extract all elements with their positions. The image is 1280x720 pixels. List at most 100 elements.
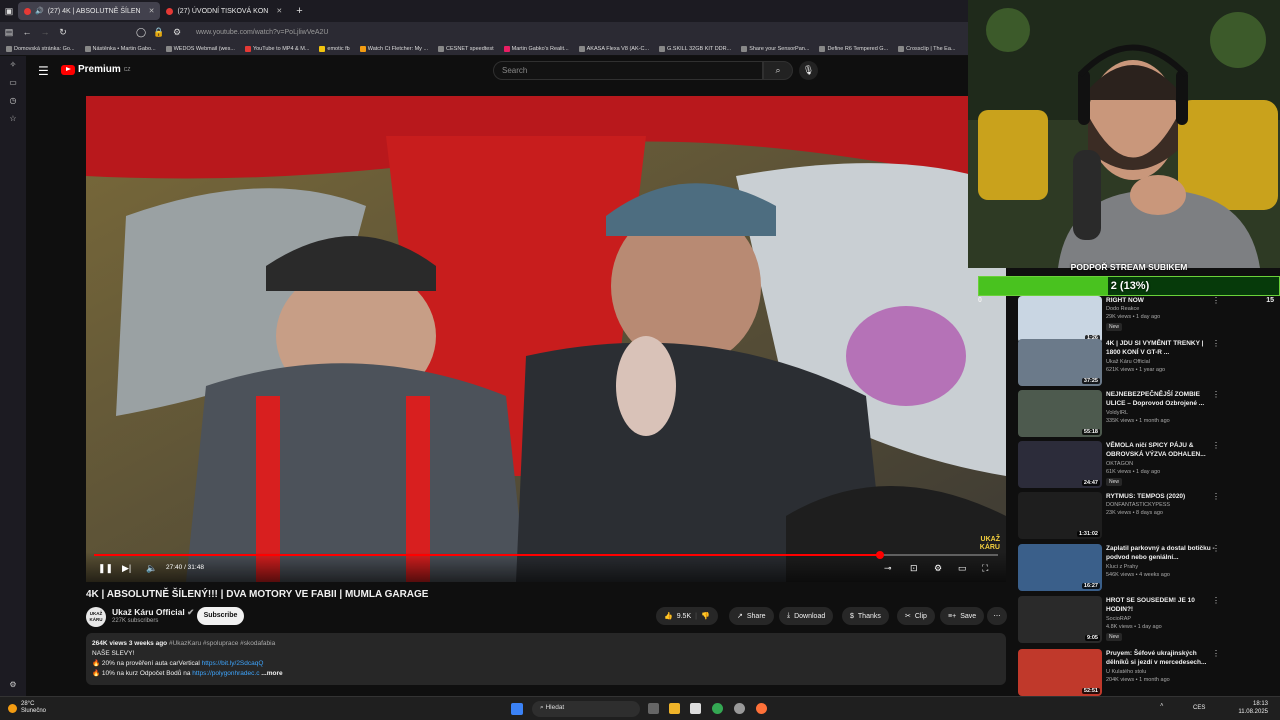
recommendation-title[interactable]: RYTMUS: TEMPOS (2020): [1106, 492, 1218, 501]
new-tab-button[interactable]: +: [288, 5, 310, 17]
bookmark[interactable]: emotic fb: [319, 45, 350, 52]
chrome-icon[interactable]: [712, 703, 723, 714]
recommendation-title[interactable]: Pruyem: Šéfové ukrajinských dělníků si j…: [1106, 649, 1218, 667]
recommendation-channel[interactable]: U Kulatého stolu: [1106, 669, 1146, 675]
next-icon[interactable]: ▶|: [122, 563, 131, 574]
pause-icon[interactable]: ❚❚: [98, 563, 113, 574]
ai-chat-icon[interactable]: ✧: [0, 56, 26, 74]
recommendation-channel[interactable]: VoldyIRL: [1106, 410, 1128, 416]
description-box[interactable]: 264K views 3 weeks ago #UkazKaru #spolup…: [86, 633, 1006, 685]
reload-icon[interactable]: ↻: [54, 27, 72, 38]
voice-search-button[interactable]: 🎙: [799, 61, 818, 80]
recommendation-thumbnail[interactable]: 24:47: [1018, 441, 1102, 488]
bookmark[interactable]: Share your SensorPan...: [741, 45, 809, 52]
recommendation-item[interactable]: 9:05 HROT SE SOUSEDEM! JE 10 HODIN?! Socio…: [1018, 596, 1228, 644]
synced-tabs-icon[interactable]: ▭: [0, 74, 26, 92]
settings-gear-icon[interactable]: ⚙: [934, 563, 942, 574]
recommendation-thumbnail[interactable]: 1:26: [1018, 296, 1102, 343]
recommendation-channel[interactable]: Ukaž Káru Official: [1106, 359, 1150, 365]
more-vertical-icon[interactable]: ⋮: [1212, 492, 1220, 501]
recommendation-title[interactable]: VĚMOLA ničí SPICY PÁJU & OBROVSKÁ VÝZVA …: [1106, 441, 1218, 459]
recommendation-title[interactable]: NEJNEBEZPEČNĚJŠÍ ZOMBIE ULICE – Doprovod…: [1106, 390, 1218, 408]
bookmark[interactable]: AKASA Flexa V8 (AK-C...: [578, 45, 649, 52]
recommendation-item[interactable]: 1:26 RIGHT NOW Dodo Reakce 29K views • 1 da…: [1018, 296, 1228, 344]
bookmark[interactable]: G.SKILL 32GB KIT DDR...: [659, 45, 731, 52]
recommendation-item[interactable]: 52:51 Pruyem: Šéfové ukrajinských dělníků…: [1018, 649, 1228, 697]
progress-scrubber[interactable]: [876, 551, 885, 559]
close-tab-icon[interactable]: ✕: [276, 7, 282, 15]
youtube-logo[interactable]: Premium CZ: [61, 64, 130, 75]
steam-icon[interactable]: [734, 703, 745, 714]
save-button[interactable]: ≡+ Save: [940, 607, 985, 625]
back-icon[interactable]: ←: [18, 27, 36, 37]
recommendation-item[interactable]: 37:25 4K | JDU SI VYMĚNIT TRENKY | 1800 K…: [1018, 339, 1228, 387]
recommendation-channel[interactable]: Dodo Reakce: [1106, 306, 1139, 312]
description-link[interactable]: https://bit.ly/2SdcaqQ: [202, 660, 264, 667]
bookmark[interactable]: WEDOS Webmail (wes...: [165, 45, 235, 52]
url-bar[interactable]: www.youtube.com/watch?v=PoLjliwVeA2U: [196, 29, 328, 36]
theater-mode-icon[interactable]: ▭: [958, 563, 967, 574]
more-vertical-icon[interactable]: ⋮: [1212, 649, 1220, 658]
history-icon[interactable]: ◷: [0, 92, 26, 110]
recommendation-title[interactable]: HROT SE SOUSEDEM! JE 10 HODIN?!: [1106, 596, 1218, 614]
task-view-icon[interactable]: [648, 703, 659, 714]
close-tab-icon[interactable]: ✕: [149, 7, 155, 15]
browser-tab[interactable]: (27) ÚVODNÍ TISKOVÁ KON ✕: [160, 2, 288, 20]
more-vertical-icon[interactable]: ⋮: [1212, 441, 1220, 450]
clip-button[interactable]: ✂ Clip: [897, 607, 935, 625]
thumbs-down-icon[interactable]: 👎: [701, 612, 710, 620]
recommendation-channel[interactable]: DONFANTASTICKYPESS: [1106, 502, 1170, 508]
bookmark[interactable]: Domovská stránka: Go...: [6, 45, 75, 52]
recommendation-item[interactable]: 16:27 Zaplatil parkovný a dostal botičku …: [1018, 544, 1228, 592]
video-player[interactable]: UKAŽ KÁRU ❚❚ ▶| 🔈 27:40 / 31:48 ⊸ ⊡ ⚙ ▭ …: [86, 96, 1006, 582]
windows-start-icon[interactable]: [511, 703, 523, 715]
lock-icon[interactable]: 🔒: [150, 27, 168, 38]
bookmarks-star-icon[interactable]: ☆: [0, 110, 26, 128]
recommendation-item[interactable]: 55:18 NEJNEBEZPEČNĚJŠÍ ZOMBIE ULICE – Dop…: [1018, 390, 1228, 438]
like-button[interactable]: 👍 9.5K | 👎: [656, 607, 718, 625]
bookmark[interactable]: Nástěnka • Martin Gabo...: [84, 45, 156, 52]
taskbar-search[interactable]: ⌕ Hledat: [532, 701, 640, 717]
input-language[interactable]: CES: [1193, 705, 1205, 711]
progress-bar[interactable]: [94, 551, 998, 559]
recommendation-title[interactable]: 4K | JDU SI VYMĚNIT TRENKY | 1800 KONÍ V…: [1106, 339, 1218, 357]
weather-widget[interactable]: 28°C Slunečno: [8, 701, 46, 715]
forward-icon[interactable]: →: [36, 27, 54, 37]
recommendation-title[interactable]: Zaplatil parkovný a dostal botičku - pod…: [1106, 544, 1218, 562]
firefox-icon[interactable]: [756, 703, 767, 714]
permissions-icon[interactable]: ⚙: [168, 27, 186, 38]
bookmark[interactable]: CESNET speedtest: [438, 45, 494, 52]
bookmark[interactable]: YouTube to MP4 & M...: [244, 45, 309, 52]
recommendation-channel[interactable]: OKTAGON: [1106, 461, 1133, 467]
recommendation-thumbnail[interactable]: 55:18: [1018, 390, 1102, 437]
tray-expand-icon[interactable]: ˄: [1160, 703, 1166, 714]
clock[interactable]: 18:13 11.08.2025: [1238, 700, 1268, 716]
description-link[interactable]: https://polygonhradec.c: [192, 670, 259, 677]
customize-gear-icon[interactable]: ⚙: [0, 676, 26, 694]
more-vertical-icon[interactable]: ⋮: [1212, 296, 1220, 305]
recommendation-thumbnail[interactable]: 9:05: [1018, 596, 1102, 643]
recommendation-item[interactable]: 24:47 VĚMOLA ničí SPICY PÁJU & OBROVSKÁ V…: [1018, 441, 1228, 489]
search-button[interactable]: ⌕: [763, 61, 793, 80]
bookmark[interactable]: Define R6 Tempered G...: [819, 45, 888, 52]
recommendation-channel[interactable]: SocioRAP: [1106, 616, 1131, 622]
recommendation-thumbnail[interactable]: 37:25: [1018, 339, 1102, 386]
channel-avatar[interactable]: UKAŽ KÁRU: [86, 607, 106, 627]
search-input[interactable]: Search: [493, 61, 763, 80]
recommendation-thumbnail[interactable]: 1:31:02: [1018, 492, 1102, 539]
menu-icon[interactable]: ☰: [38, 64, 49, 78]
more-actions-button[interactable]: ⋯: [987, 607, 1007, 625]
subscribe-button[interactable]: Subscribe: [197, 607, 244, 625]
more-vertical-icon[interactable]: ⋮: [1212, 596, 1220, 605]
sidebar-icon[interactable]: ▤: [0, 27, 18, 38]
recommendation-item[interactable]: 1:31:02 RYTMUS: TEMPOS (2020) DONFANTASTIC…: [1018, 492, 1228, 540]
browser-tab-active[interactable]: 🔊 (27) 4K | ABSOLUTNĚ ŠÍLEN ✕: [18, 2, 161, 20]
share-button[interactable]: ↗ Share: [729, 607, 774, 625]
more-vertical-icon[interactable]: ⋮: [1212, 390, 1220, 399]
autoplay-toggle-icon[interactable]: ⊸: [884, 563, 892, 574]
recommendation-thumbnail[interactable]: 52:51: [1018, 649, 1102, 696]
recommendation-title[interactable]: RIGHT NOW: [1106, 296, 1218, 305]
more-vertical-icon[interactable]: ⋮: [1212, 544, 1220, 553]
show-more-link[interactable]: ...more: [261, 670, 282, 677]
more-vertical-icon[interactable]: ⋮: [1212, 339, 1220, 348]
